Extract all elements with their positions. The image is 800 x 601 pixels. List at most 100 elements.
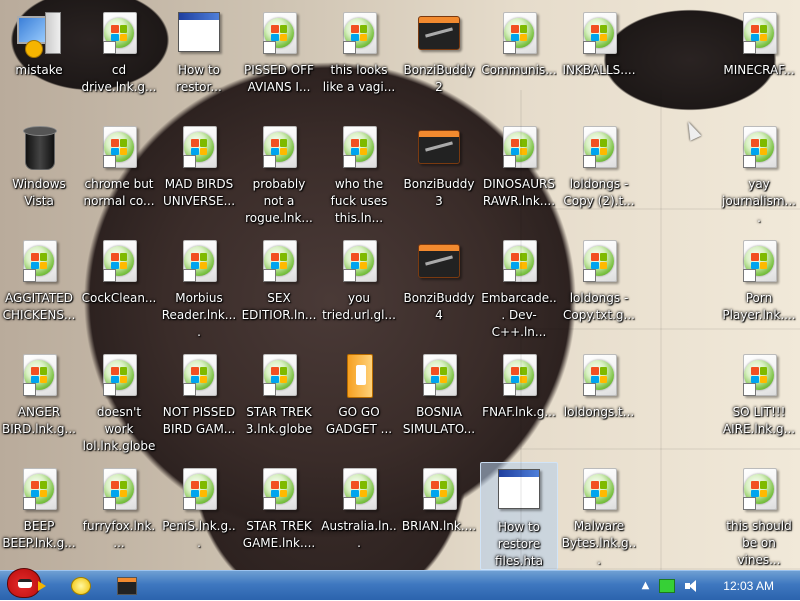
desktop-icon[interactable]: SO LIT!!! AIRE.lnk.g... xyxy=(720,348,798,456)
desktop-icon[interactable]: DINOSAURS RAWR.lnk.... xyxy=(480,120,558,228)
desktop-icon[interactable]: PeniS.lnk.g... xyxy=(160,462,238,570)
desktop-icon-label: AGGITATED CHICKENS... xyxy=(2,291,76,322)
shortcut-icon xyxy=(575,466,623,514)
desktop-icon[interactable]: mistake xyxy=(0,6,78,114)
desktop-icon[interactable]: How to restore files.hta xyxy=(480,462,558,570)
desktop-icon[interactable]: chrome but normal co... xyxy=(80,120,158,228)
desktop-icon[interactable]: PISSED OFF AVIANS I... xyxy=(240,6,318,114)
desktop-icon[interactable]: NOT PISSED BIRD GAM... xyxy=(160,348,238,456)
bonzibuddy-icon xyxy=(415,10,463,58)
taskbar: ▲ 12:03 AM xyxy=(0,568,800,600)
shortcut-icon xyxy=(575,352,623,400)
shortcut-icon xyxy=(95,466,143,514)
angry-bird-icon xyxy=(7,568,46,598)
desktop-icon[interactable]: Australia.ln... xyxy=(320,462,398,570)
desktop-icon-label: this looks like a vagi... xyxy=(322,63,396,94)
shortcut-icon xyxy=(175,352,223,400)
desktop-icon[interactable]: GO GO GADGET ... xyxy=(320,348,398,456)
shortcut-icon xyxy=(255,10,303,58)
desktop-icon[interactable]: How to restor... xyxy=(160,6,238,114)
desktop-icon[interactable]: Morbius Reader.lnk.... xyxy=(160,234,238,342)
shortcut-icon xyxy=(15,352,63,400)
desktop-icon-label: Embarcade... Dev-C++.ln... xyxy=(481,291,557,339)
show-hidden-icons-icon[interactable]: ▲ xyxy=(642,580,650,591)
desktop-icon[interactable]: BonziBuddy2 xyxy=(400,6,478,114)
desktop-icon-label: Porn Player.lnk.... xyxy=(722,291,796,322)
desktop-icon-label: loldongs.t... xyxy=(563,405,635,419)
desktop-icon[interactable]: BonziBuddy3 xyxy=(400,120,478,228)
desktop-icon-label: PISSED OFF AVIANS I... xyxy=(244,63,314,94)
desktop-icon[interactable]: loldongs - Copy.txt.g... xyxy=(560,234,638,342)
shortcut-icon xyxy=(735,352,783,400)
desktop-icon[interactable]: MAD BIRDS UNIVERSE... xyxy=(160,120,238,228)
desktop-icon[interactable]: cd drive.lnk.g... xyxy=(80,6,158,114)
desktop-icon-label: MINECRAF... xyxy=(723,63,795,77)
clock[interactable]: 12:03 AM xyxy=(723,579,774,593)
desktop-icon-label: CockClean... xyxy=(81,291,157,305)
desktop-icon[interactable]: MINECRAF... xyxy=(720,6,798,114)
desktop-icon[interactable]: loldongs - Copy (2).t... xyxy=(560,120,638,228)
desktop-icon[interactable]: BonziBuddy4 xyxy=(400,234,478,342)
shortcut-icon xyxy=(335,124,383,172)
system-tray: ▲ 12:03 AM xyxy=(642,571,800,600)
desktop-icon[interactable]: who the fuck uses this.ln... xyxy=(320,120,398,228)
desktop-icon-label: FNAF.lnk.g... xyxy=(482,405,556,419)
start-button[interactable] xyxy=(2,565,46,601)
desktop-icon-label: Windows Vista xyxy=(12,177,66,208)
desktop-icon[interactable]: this looks like a vagi... xyxy=(320,6,398,114)
desktop-icon[interactable]: AGGITATED CHICKENS... xyxy=(0,234,78,342)
desktop-icon[interactable]: this should be on vines... xyxy=(720,462,798,570)
desktop-icon[interactable]: STAR TREK 3.lnk.globe xyxy=(240,348,318,456)
desktop-icon[interactable]: Porn Player.lnk.... xyxy=(720,234,798,342)
desktop-icon[interactable]: doesn't work lol.lnk.globe xyxy=(80,348,158,456)
taskbar-explorer-button[interactable] xyxy=(70,575,92,597)
desktop-icon[interactable]: Malware Bytes.lnk.g... xyxy=(560,462,638,570)
shortcut-icon xyxy=(735,10,783,58)
shortcut-icon xyxy=(175,238,223,286)
desktop-icon-label: STAR TREK GAME.lnk.... xyxy=(242,519,316,550)
desktop-icon-label: MAD BIRDS UNIVERSE... xyxy=(162,177,236,208)
bonzibuddy-icon xyxy=(415,124,463,172)
window-icon xyxy=(495,467,543,515)
shortcut-icon xyxy=(575,238,623,286)
desktop-icon[interactable]: furryfox.lnk.... xyxy=(80,462,158,570)
volume-icon[interactable] xyxy=(685,579,699,592)
desktop-icon[interactable]: INKBALLS.... xyxy=(560,6,638,114)
desktop-icon-label: INKBALLS.... xyxy=(562,63,636,77)
desktop-icon-label: probably not a rogue.lnk... xyxy=(245,177,313,225)
desktop-icon[interactable]: FNAF.lnk.g... xyxy=(480,348,558,456)
desktop-icon-label: Australia.ln... xyxy=(321,519,397,550)
shortcut-icon xyxy=(335,238,383,286)
desktop-icon[interactable]: BEEP BEEP.lnk.g... xyxy=(0,462,78,570)
desktop-icon[interactable]: CockClean... xyxy=(80,234,158,342)
desktop-icon[interactable]: you tried.url.gl... xyxy=(320,234,398,342)
desktop-icon[interactable]: SEX EDITIOR.ln... xyxy=(240,234,318,342)
desktop-icon[interactable]: BRIAN.lnk.... xyxy=(400,462,478,570)
desktop-icon[interactable]: probably not a rogue.lnk... xyxy=(240,120,318,228)
bonzibuddy-icon xyxy=(415,238,463,286)
desktop-icon[interactable]: yay journalism.... xyxy=(720,120,798,228)
taskbar-media-button[interactable] xyxy=(116,575,138,597)
shortcut-icon xyxy=(575,10,623,58)
shortcut-icon xyxy=(95,10,143,58)
desktop-icon[interactable]: Communis... xyxy=(480,6,558,114)
desktop[interactable]: mistake cd drive.lnk.g... How to restor...… xyxy=(0,0,800,570)
recycle-bin-icon xyxy=(15,124,63,172)
shortcut-icon xyxy=(735,124,783,172)
desktop-icon-label: mistake xyxy=(15,63,63,77)
shortcut-icon xyxy=(415,466,463,514)
network-icon[interactable] xyxy=(659,578,676,593)
desktop-icon-label: Malware Bytes.lnk.g... xyxy=(561,519,637,567)
shortcut-icon xyxy=(575,124,623,172)
folder-icon xyxy=(335,352,383,400)
explorer-icon xyxy=(71,577,91,595)
desktop-icon-label: How to restor... xyxy=(176,63,222,94)
desktop-icon[interactable]: ANGER BIRD.lnk.g... xyxy=(0,348,78,456)
desktop-icon[interactable]: STAR TREK GAME.lnk.... xyxy=(240,462,318,570)
desktop-icon[interactable]: Windows Vista xyxy=(0,120,78,228)
desktop-icon[interactable]: loldongs.t... xyxy=(560,348,638,456)
desktop-icon[interactable]: BOSNIA SIMULATO... xyxy=(400,348,478,456)
shortcut-icon xyxy=(495,238,543,286)
computer-icon xyxy=(15,10,63,58)
desktop-icon[interactable]: Embarcade... Dev-C++.ln... xyxy=(480,234,558,342)
